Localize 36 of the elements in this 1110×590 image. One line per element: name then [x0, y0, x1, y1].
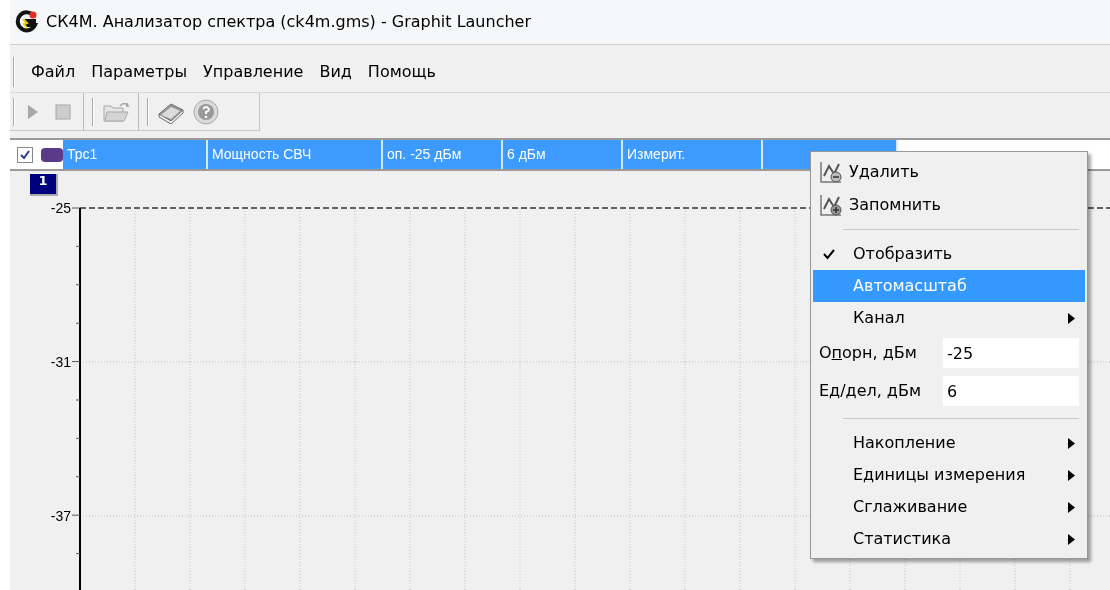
menu-item[interactable]: Статистика	[813, 523, 1085, 555]
checkmark-icon	[823, 248, 835, 260]
menu-item[interactable]: Управление	[195, 55, 312, 88]
menu-item[interactable]: Параметры	[83, 55, 196, 88]
y-tick-label: -25	[50, 200, 71, 216]
chart-delete-icon	[819, 159, 845, 184]
trace-cell: Измерит.	[623, 140, 763, 169]
menu-item[interactable]: Отобразить	[813, 238, 1085, 270]
value-input-field[interactable]: 6	[943, 376, 1079, 406]
submenu-arrow-icon	[1068, 469, 1075, 481]
y-tick-label: -31	[50, 354, 71, 370]
chart-save-icon	[819, 192, 845, 217]
trace-cell: 6 дБм	[503, 140, 623, 169]
trace-number-badge: 1	[30, 174, 58, 196]
menu-item[interactable]: Файл	[23, 55, 84, 88]
value-input-field[interactable]: -25	[943, 338, 1079, 368]
menu-item[interactable]: Сглаживание	[813, 491, 1085, 523]
menu-item[interactable]: Единицы измерения	[813, 459, 1085, 491]
menu-item[interactable]: Помощь	[359, 55, 445, 88]
submenu-arrow-icon	[1068, 312, 1075, 324]
trace-cell: Трс1	[63, 140, 208, 169]
trace-checkbox[interactable]	[17, 146, 33, 163]
submenu-arrow-icon	[1068, 437, 1075, 449]
menu-item[interactable]: Вид	[311, 55, 360, 88]
field-label: Ед/дел, дБм	[819, 380, 922, 402]
submenu-arrow-icon	[1068, 501, 1075, 513]
menu-item[interactable]: Канал	[813, 302, 1085, 334]
field-label: Опорн, дБм	[819, 342, 918, 364]
menu-item[interactable]: Запомнить	[813, 188, 1085, 221]
y-tick-label: -37	[50, 508, 71, 524]
window-title: СК4М. Анализатор спектра (ck4m.gms) - Graphit Launcher	[46, 11, 531, 33]
trace-cell: оп. -25 дБм	[383, 140, 503, 169]
app-logo-icon	[14, 10, 38, 34]
menu-item[interactable]: Накопление	[813, 427, 1085, 459]
trace-cell: Мощность СВЧ	[208, 140, 383, 169]
submenu-arrow-icon	[1068, 533, 1075, 545]
